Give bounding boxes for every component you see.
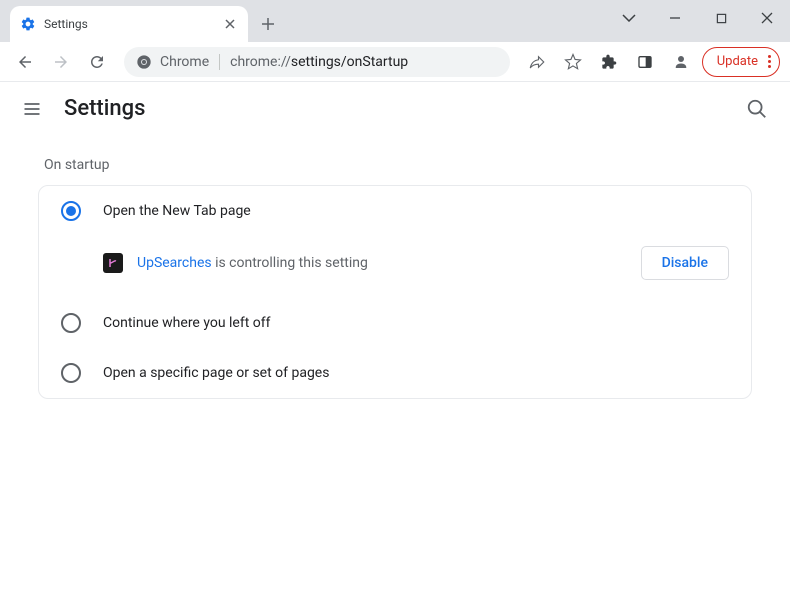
- browser-toolbar: Chrome chrome://settings/onStartup Updat…: [0, 42, 790, 82]
- chevron-down-icon: [622, 14, 636, 22]
- minimize-icon: [669, 12, 681, 24]
- back-button[interactable]: [10, 47, 40, 77]
- search-button[interactable]: [746, 98, 768, 120]
- more-icon: [768, 55, 771, 68]
- tab-close-button[interactable]: [222, 16, 238, 32]
- startup-options-card: Open the New Tab page UpSearches is cont…: [38, 185, 752, 399]
- option-new-tab[interactable]: Open the New Tab page: [39, 186, 751, 236]
- sidepanel-icon: [637, 54, 653, 70]
- close-icon: [761, 12, 773, 24]
- update-button[interactable]: Update: [702, 47, 780, 77]
- window-maximize-button[interactable]: [698, 0, 744, 36]
- option-specific-pages[interactable]: Open a specific page or set of pages: [39, 348, 751, 398]
- option-label: Continue where you left off: [103, 315, 271, 331]
- window-close-button[interactable]: [744, 0, 790, 36]
- hamburger-menu-button[interactable]: [22, 99, 42, 119]
- window-titlebar: Settings: [0, 0, 790, 42]
- notice-text: UpSearches is controlling this setting: [137, 255, 627, 271]
- address-url: chrome://settings/onStartup: [230, 54, 408, 70]
- plus-icon: [261, 17, 275, 31]
- reload-icon: [88, 53, 106, 71]
- option-label: Open the New Tab page: [103, 203, 251, 219]
- person-icon: [672, 53, 690, 71]
- share-icon: [528, 53, 546, 71]
- extension-icon: [103, 253, 123, 273]
- star-icon: [564, 53, 582, 71]
- window-controls: [606, 0, 790, 36]
- settings-content: Settings On startup Open the New Tab pag…: [0, 82, 790, 604]
- window-dropdown-button[interactable]: [606, 0, 652, 36]
- profile-button[interactable]: [666, 47, 696, 77]
- reload-button[interactable]: [82, 47, 112, 77]
- address-bar[interactable]: Chrome chrome://settings/onStartup: [124, 47, 510, 77]
- settings-header: Settings: [0, 82, 790, 135]
- gear-icon: [20, 16, 36, 32]
- extension-link[interactable]: UpSearches: [137, 255, 212, 271]
- sidepanel-button[interactable]: [630, 47, 660, 77]
- page-title: Settings: [64, 96, 724, 121]
- option-continue[interactable]: Continue where you left off: [39, 298, 751, 348]
- chrome-icon: [136, 54, 152, 70]
- window-minimize-button[interactable]: [652, 0, 698, 36]
- radio-unchecked-icon: [61, 313, 81, 333]
- update-label: Update: [717, 54, 758, 69]
- tab-title: Settings: [44, 17, 214, 31]
- arrow-left-icon: [16, 53, 34, 71]
- bookmark-button[interactable]: [558, 47, 588, 77]
- puzzle-icon: [601, 54, 617, 70]
- browser-tab[interactable]: Settings: [10, 6, 248, 42]
- extension-notice: UpSearches is controlling this setting D…: [39, 236, 751, 298]
- new-tab-button[interactable]: [254, 10, 282, 38]
- arrow-right-icon: [52, 53, 70, 71]
- option-label: Open a specific page or set of pages: [103, 365, 329, 381]
- maximize-icon: [716, 13, 727, 24]
- close-icon: [225, 19, 235, 29]
- extensions-button[interactable]: [594, 47, 624, 77]
- disable-button[interactable]: Disable: [641, 246, 729, 280]
- section-label: On startup: [0, 135, 790, 185]
- address-chip-label: Chrome: [160, 54, 220, 70]
- radio-unchecked-icon: [61, 363, 81, 383]
- forward-button[interactable]: [46, 47, 76, 77]
- share-button[interactable]: [522, 47, 552, 77]
- radio-checked-icon: [61, 201, 81, 221]
